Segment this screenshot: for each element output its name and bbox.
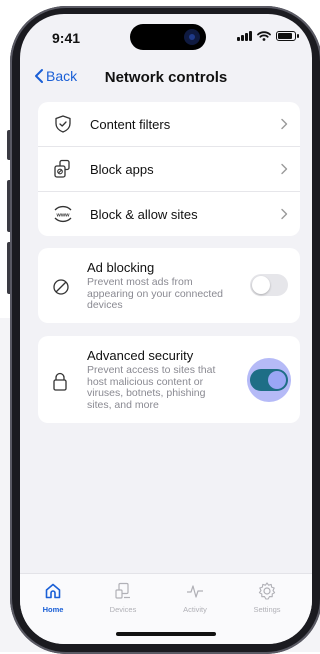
block-icon [52,278,72,301]
page-title: Network controls [104,69,228,86]
gear-icon [237,580,297,602]
ad-blocking-toggle[interactable] [250,274,288,296]
activity-icon [165,580,225,602]
tab-label: Home [42,605,64,614]
battery-icon [276,31,299,41]
system-icons [237,31,299,41]
www-icon: www [52,203,74,225]
devices-icon [93,580,153,602]
chevron-right-icon [281,118,288,130]
menu-item-block-allow-sites[interactable]: www Block & allow sites [38,191,300,236]
wifi-icon [257,31,271,41]
toggle-knob [252,276,270,294]
status-bar: 9:41 [20,14,312,58]
menu-item-label: Block apps [90,161,154,177]
menu-card: Content filters Block apps www Block & a… [38,102,300,236]
tab-label: Activity [183,605,207,614]
navigation-bar: Back Network controls [20,62,312,90]
home-indicator [116,632,216,636]
menu-item-block-apps[interactable]: Block apps [38,146,300,191]
dynamic-island [130,24,206,50]
tab-devices[interactable]: Devices [93,580,153,614]
tab-label: Settings [253,605,281,614]
status-time: 9:41 [52,30,81,46]
advanced-security-card: Advanced security Prevent access to site… [38,336,300,423]
ad-blocking-title: Ad blocking [87,260,155,275]
chevron-right-icon [281,208,288,220]
advanced-security-toggle[interactable] [250,369,288,391]
tab-home[interactable]: Home [23,580,83,614]
tab-activity[interactable]: Activity [165,580,225,614]
menu-item-label: Content filters [90,116,171,132]
block-apps-icon [52,158,74,180]
menu-item-content-filters[interactable]: Content filters [38,102,300,146]
tab-label: Devices [109,605,137,614]
tab-bar: Home Devices Activity Settings [20,573,312,644]
app-screen: 9:41 Back Network controls Content filte… [20,14,312,644]
cellular-signal-icon [237,31,252,41]
toggle-knob [268,371,286,389]
svg-text:www: www [55,212,70,218]
menu-item-label: Block & allow sites [90,206,198,222]
shield-check-icon [52,113,74,135]
home-icon [23,580,83,602]
lock-icon [52,372,72,397]
tab-settings[interactable]: Settings [237,580,297,614]
ad-blocking-card: Ad blocking Prevent most ads from appear… [38,248,300,323]
camera-icon [184,29,200,45]
chevron-right-icon [281,163,288,175]
